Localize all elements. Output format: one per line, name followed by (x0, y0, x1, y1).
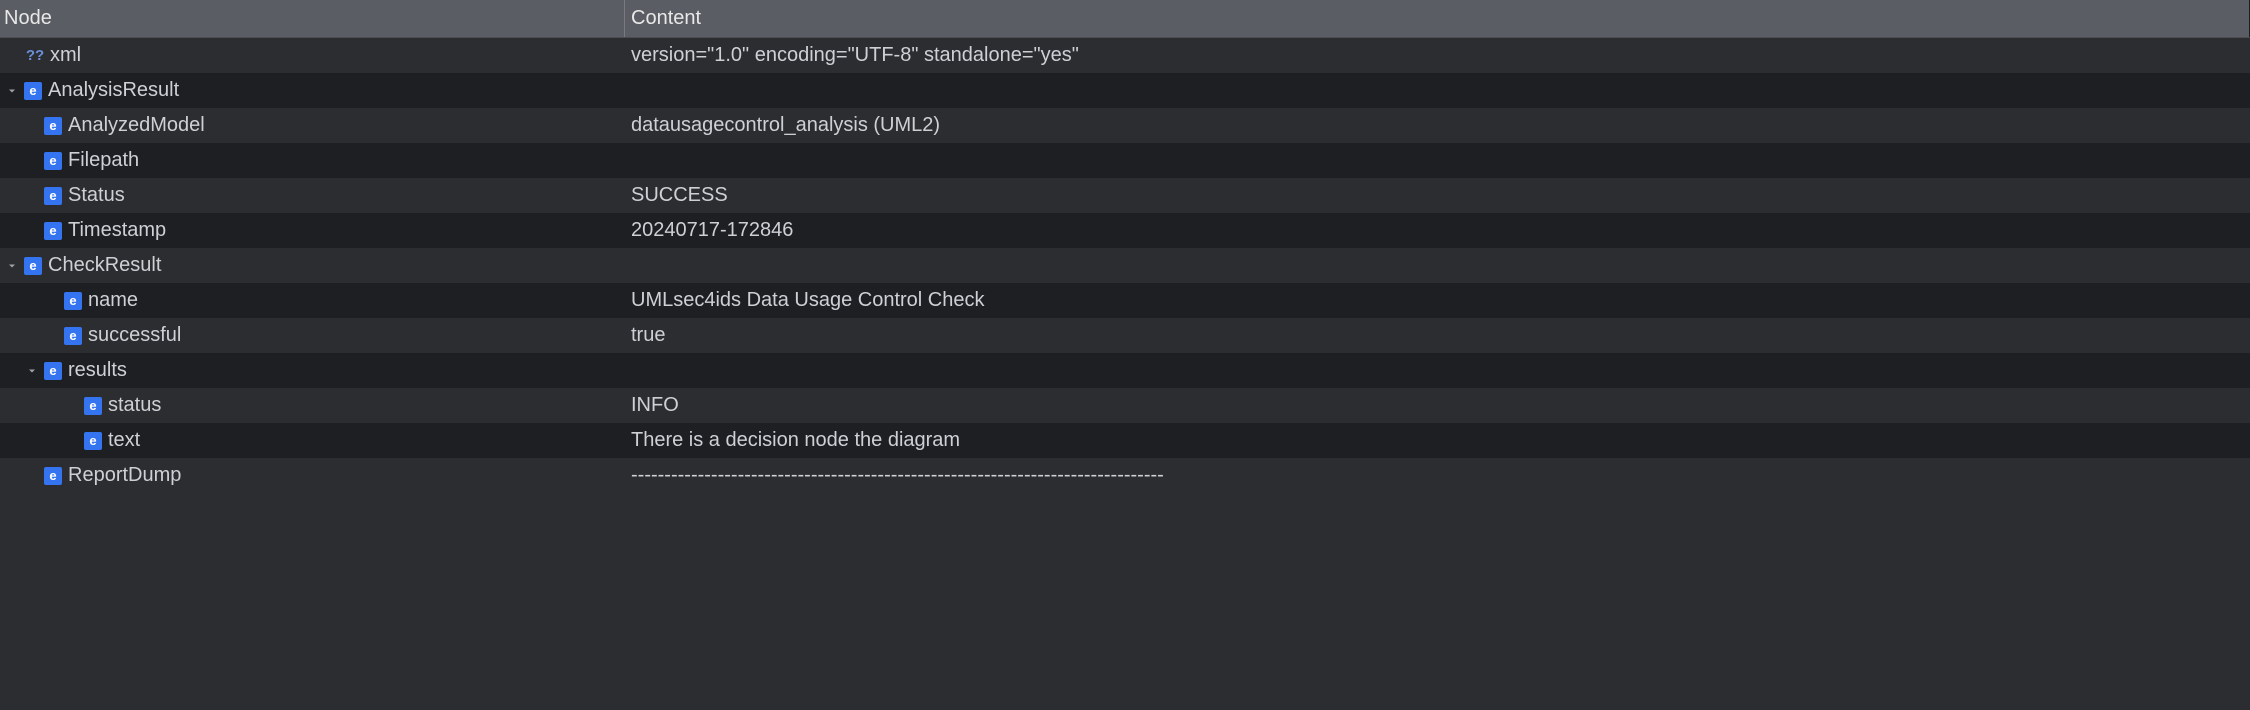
header-right-edge (2242, 0, 2250, 37)
node-label: Status (68, 184, 125, 207)
element-icon: e (44, 222, 62, 240)
node-label: status (108, 394, 161, 417)
content-cell: 20240717-172846 (625, 213, 2250, 248)
node-label: results (68, 359, 127, 382)
node-cell: e Status (0, 178, 625, 213)
table-header-row: Node Content (0, 0, 2250, 38)
column-header-content[interactable]: Content (625, 0, 2242, 37)
node-label: CheckResult (48, 254, 161, 277)
element-icon: e (24, 257, 42, 275)
content-cell (625, 248, 2250, 283)
element-icon: e (44, 117, 62, 135)
node-label: Timestamp (68, 219, 166, 242)
node-label: Filepath (68, 149, 139, 172)
node-cell: ename (0, 283, 625, 318)
content-cell (625, 73, 2250, 108)
table-row[interactable]: ??xmlversion="1.0" encoding="UTF-8" stan… (0, 38, 2250, 73)
element-icon: e (84, 432, 102, 450)
processing-instruction-icon: ?? (24, 47, 46, 65)
node-label: AnalyzedModel (68, 114, 205, 137)
element-icon: e (44, 152, 62, 170)
content-cell: INFO (625, 388, 2250, 423)
node-cell: e results (0, 353, 625, 388)
element-icon: e (24, 82, 42, 100)
node-label: xml (50, 44, 81, 67)
node-cell: e AnalysisResult (0, 73, 625, 108)
table-row[interactable]: etextThere is a decision node the diagra… (0, 423, 2250, 458)
content-cell (625, 143, 2250, 178)
content-cell: UMLsec4ids Data Usage Control Check (625, 283, 2250, 318)
node-cell: e ReportDump (0, 458, 625, 493)
node-cell: e Filepath (0, 143, 625, 178)
element-icon: e (64, 327, 82, 345)
node-label: AnalysisResult (48, 79, 179, 102)
node-label: text (108, 429, 140, 452)
table-row[interactable]: e results (0, 353, 2250, 388)
table-row[interactable]: e successful true (0, 318, 2250, 353)
node-cell: e successful (0, 318, 625, 353)
node-label: ReportDump (68, 464, 181, 487)
table-row[interactable]: e Filepath (0, 143, 2250, 178)
content-cell (625, 353, 2250, 388)
table-row[interactable]: e ReportDump -----------------------------… (0, 458, 2250, 493)
element-icon: e (44, 467, 62, 485)
table-row[interactable]: enameUMLsec4ids Data Usage Control Check (0, 283, 2250, 318)
node-label: name (88, 289, 138, 312)
content-cell: ----------------------------------------… (625, 458, 2250, 493)
node-cell: estatus (0, 388, 625, 423)
column-header-node[interactable]: Node (0, 0, 625, 37)
chevron-down-icon[interactable] (4, 258, 20, 274)
chevron-down-icon[interactable] (4, 83, 20, 99)
xml-tree-table: Node Content ??xmlversion="1.0" encoding… (0, 0, 2250, 710)
table-row[interactable]: e AnalyzedModel datausagecontrol_analysis … (0, 108, 2250, 143)
node-cell: ??xml (0, 38, 625, 73)
table-row[interactable]: estatusINFO (0, 388, 2250, 423)
node-cell: etext (0, 423, 625, 458)
content-cell: SUCCESS (625, 178, 2250, 213)
node-cell: e CheckResult (0, 248, 625, 283)
table-row[interactable]: e CheckResult (0, 248, 2250, 283)
table-row[interactable]: e Timestamp 20240717-172846 (0, 213, 2250, 248)
table-body: ??xmlversion="1.0" encoding="UTF-8" stan… (0, 38, 2250, 493)
table-row[interactable]: e AnalysisResult (0, 73, 2250, 108)
content-cell: version="1.0" encoding="UTF-8" standalon… (625, 38, 2250, 73)
node-label: successful (88, 324, 181, 347)
element-icon: e (84, 397, 102, 415)
node-cell: e AnalyzedModel (0, 108, 625, 143)
element-icon: e (44, 362, 62, 380)
element-icon: e (64, 292, 82, 310)
content-cell: datausagecontrol_analysis (UML2) (625, 108, 2250, 143)
table-row[interactable]: e Status SUCCESS (0, 178, 2250, 213)
element-icon: e (44, 187, 62, 205)
chevron-down-icon[interactable] (24, 363, 40, 379)
node-cell: e Timestamp (0, 213, 625, 248)
content-cell: true (625, 318, 2250, 353)
content-cell: There is a decision node the diagram (625, 423, 2250, 458)
